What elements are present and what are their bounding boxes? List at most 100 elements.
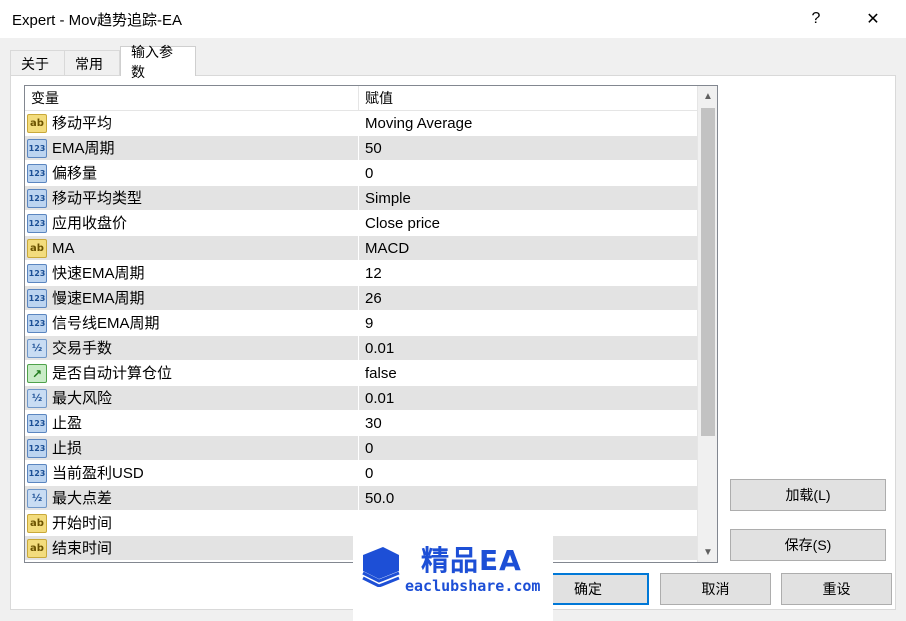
value-cell[interactable]: 0 [365,161,373,186]
value-cell[interactable]: 0 [365,436,373,461]
value-cell[interactable]: 26 [365,286,382,311]
str-type-icon: ab [27,514,47,533]
variable-cell: ½ 最大点差 [25,486,359,511]
value-cell[interactable]: false [365,361,397,386]
int-type-icon: 123 [27,139,47,158]
variable-name: 最大风险 [52,390,113,407]
variable-cell: ab 结束时间 [25,536,359,561]
table-row[interactable]: 123 偏移量 0 [25,161,697,186]
value-cell[interactable]: 9 [365,311,373,336]
int-type-icon: 123 [27,264,47,283]
value-cell[interactable]: 50.0 [365,486,394,511]
variable-name: 移动平均 [52,115,113,132]
watermark-url: eaclubshare.com [405,577,541,595]
scroll-up-icon[interactable]: ▲ [698,86,717,106]
window-title: Expert - Mov趋势追踪-EA [12,12,183,29]
table-row[interactable]: ½ 交易手数 0.01 [25,336,697,361]
column-header-value[interactable]: 赋值 [359,86,697,111]
stack-logo-icon [362,547,400,587]
title-bar: Expert - Mov趋势追踪-EA ? ✕ [0,0,906,38]
tab-about[interactable]: 关于 [10,50,65,76]
value-cell[interactable]: 0.01 [365,386,394,411]
vertical-scrollbar[interactable]: ▲ ▼ [697,86,717,562]
value-cell[interactable]: 50 [365,136,382,161]
variable-name: 信号线EMA周期 [52,315,160,332]
close-button[interactable]: ✕ [850,0,896,38]
dbl-type-icon: ½ [27,389,47,408]
int-type-icon: 123 [27,289,47,308]
variable-name: MA [52,240,75,257]
cancel-button[interactable]: 取消 [660,573,771,605]
variable-cell: 123 快速EMA周期 [25,261,359,286]
int-type-icon: 123 [27,214,47,233]
variable-cell: 123 移动平均类型 [25,186,359,211]
variable-cell: 123 应用收盘价 [25,211,359,236]
variable-name: 最大点差 [52,490,113,507]
scroll-thumb[interactable] [701,108,715,436]
variable-name: EMA周期 [52,140,115,157]
grid-rows: ab 移动平均 Moving Average 123 EMA周期 50 123 偏移量 0 123… [25,111,697,561]
variable-name: 慢速EMA周期 [52,290,145,307]
variable-cell: 123 EMA周期 [25,136,359,161]
watermark-brand: 精品EA [421,544,522,577]
table-row[interactable]: ab MA MACD [25,236,697,261]
table-row[interactable]: 123 当前盈利USD 0 [25,461,697,486]
load-button[interactable]: 加载(L) [730,479,886,511]
value-cell[interactable]: 0 [365,461,373,486]
int-type-icon: 123 [27,464,47,483]
variable-name: 止盈 [52,415,83,432]
table-row[interactable]: 123 信号线EMA周期 9 [25,311,697,336]
int-type-icon: 123 [27,164,47,183]
table-row[interactable]: ½ 最大点差 50.0 [25,486,697,511]
tab-inputs[interactable]: 输入参数 [120,44,196,80]
value-cell[interactable]: Simple [365,186,411,211]
help-button[interactable]: ? [793,0,839,38]
variable-name: 偏移量 [52,165,98,182]
table-row[interactable]: ½ 最大风险 0.01 [25,386,697,411]
column-header-variable[interactable]: 变量 [25,86,359,111]
int-type-icon: 123 [27,189,47,208]
table-row[interactable]: ab 移动平均 Moving Average [25,111,697,136]
table-row[interactable]: ↗ 是否自动计算仓位 false [25,361,697,386]
table-row[interactable]: 123 EMA周期 50 [25,136,697,161]
watermark: 精品EA eaclubshare.com [353,535,553,621]
variable-cell: ↗ 是否自动计算仓位 [25,361,359,386]
variable-cell: 123 止损 [25,436,359,461]
table-row[interactable]: 123 应用收盘价 Close price [25,211,697,236]
table-row[interactable]: ab 开始时间 [25,511,697,536]
variable-cell: ½ 交易手数 [25,336,359,361]
variable-name: 交易手数 [52,340,113,357]
value-cell[interactable]: Close price [365,211,440,236]
scroll-down-icon[interactable]: ▼ [698,542,717,562]
variable-name: 是否自动计算仓位 [52,365,173,382]
save-button[interactable]: 保存(S) [730,529,886,561]
str-type-icon: ab [27,114,47,133]
table-row[interactable]: 123 快速EMA周期 12 [25,261,697,286]
variable-cell: 123 信号线EMA周期 [25,311,359,336]
variable-cell: ab 移动平均 [25,111,359,136]
tab-common[interactable]: 常用 [64,50,120,76]
table-row[interactable]: 123 移动平均类型 Simple [25,186,697,211]
variable-cell: ab MA [25,236,359,261]
dbl-type-icon: ½ [27,489,47,508]
value-cell[interactable]: 30 [365,411,382,436]
grid-header: 变量 赋值 [25,86,697,111]
variable-cell: 123 止盈 [25,411,359,436]
table-row[interactable]: 123 止盈 30 [25,411,697,436]
variable-name: 移动平均类型 [52,190,143,207]
value-cell[interactable]: MACD [365,236,409,261]
variable-cell: 123 偏移量 [25,161,359,186]
variable-name: 应用收盘价 [52,215,128,232]
variable-name: 结束时间 [52,540,113,557]
value-cell[interactable]: 12 [365,261,382,286]
reset-button[interactable]: 重设 [781,573,892,605]
int-type-icon: 123 [27,314,47,333]
variable-cell: 123 慢速EMA周期 [25,286,359,311]
int-type-icon: 123 [27,414,47,433]
int-type-icon: 123 [27,439,47,458]
value-cell[interactable]: Moving Average [365,111,472,136]
table-row[interactable]: 123 止损 0 [25,436,697,461]
value-cell[interactable]: 0.01 [365,336,394,361]
table-row[interactable]: 123 慢速EMA周期 26 [25,286,697,311]
variable-name: 止损 [52,440,83,457]
